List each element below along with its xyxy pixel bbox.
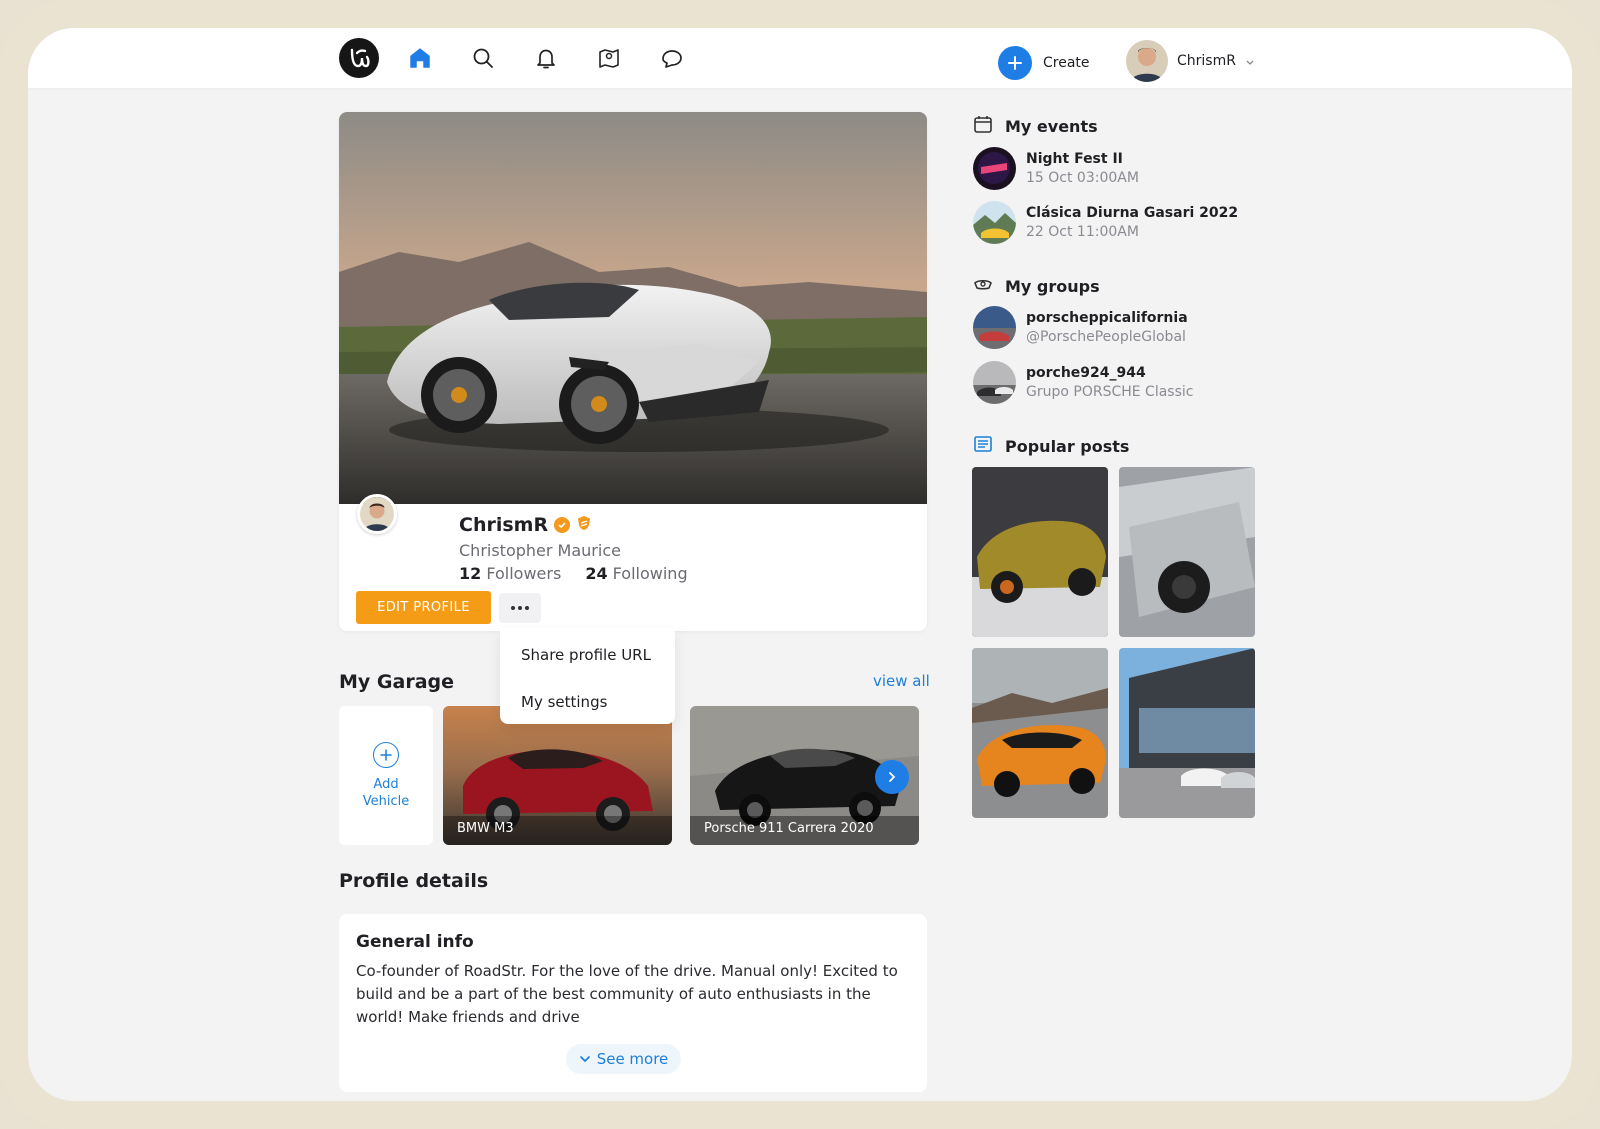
plus-icon xyxy=(998,46,1032,80)
home-icon[interactable] xyxy=(405,43,435,73)
more-options-button[interactable] xyxy=(499,593,541,623)
event-name: Clásica Diurna Gasari 2022 xyxy=(1026,205,1239,221)
chevron-down-icon xyxy=(579,1056,590,1063)
following-count: 24 xyxy=(585,564,608,583)
general-info-text: Co-founder of RoadStr. For the love of t… xyxy=(356,962,898,1026)
share-profile-url-item[interactable]: Share profile URL xyxy=(521,646,651,664)
event-name: Night Fest II xyxy=(1026,151,1123,167)
group-item[interactable]: porscheppicalifornia @PorschePeopleGloba… xyxy=(973,306,1188,349)
popular-post-thumbnail[interactable] xyxy=(972,648,1108,818)
cover-photo xyxy=(339,112,927,504)
follow-stats: 12 Followers 24 Following xyxy=(459,564,688,583)
followers-link[interactable]: 12 Followers xyxy=(459,564,561,583)
user-menu[interactable]: ChrismR xyxy=(1126,40,1255,82)
create-button[interactable]: Create xyxy=(998,46,1090,80)
my-events-title: My events xyxy=(1005,116,1098,136)
my-events-header: My events xyxy=(973,114,1098,138)
followers-count: 12 xyxy=(459,564,482,583)
profile-card: ChrismR Christopher Maurice 12 Followers… xyxy=(339,112,927,631)
popular-post-thumbnail[interactable] xyxy=(972,467,1108,637)
popular-posts-title: Popular posts xyxy=(1005,436,1130,456)
add-vehicle-label: Add Vehicle xyxy=(362,776,410,809)
device-frame: Create ChrismR ChrismR Christopher Mauri… xyxy=(0,0,1600,1129)
group-thumbnail xyxy=(973,306,1016,349)
group-item[interactable]: porche924_944 Grupo PORSCHE Classic xyxy=(973,361,1193,404)
following-label: Following xyxy=(612,564,688,583)
user-name: ChrismR xyxy=(1177,53,1236,69)
profile-options-menu: Share profile URL My settings xyxy=(500,628,675,724)
chevron-down-icon xyxy=(1245,52,1255,71)
event-date: 22 Oct 11:00AM xyxy=(1026,224,1139,240)
shield-badge-icon xyxy=(576,514,592,536)
chat-icon[interactable] xyxy=(657,43,687,73)
chevron-right-icon xyxy=(889,772,896,782)
general-info-title: General info xyxy=(356,932,474,952)
roadstr-logo[interactable] xyxy=(339,38,379,78)
create-label: Create xyxy=(1043,55,1090,71)
dot xyxy=(525,606,529,610)
event-date: 15 Oct 03:00AM xyxy=(1026,170,1139,186)
profile-name: ChrismR xyxy=(459,514,592,536)
group-name: porche924_944 xyxy=(1026,365,1146,381)
event-thumbnail xyxy=(973,147,1016,190)
group-name: porscheppicalifornia xyxy=(1026,310,1188,326)
dot xyxy=(511,606,515,610)
view-all-link[interactable]: view all xyxy=(873,672,930,690)
group-handle: Grupo PORSCHE Classic xyxy=(1026,384,1194,400)
my-settings-item[interactable]: My settings xyxy=(521,693,607,711)
vehicle-label: BMW M3 xyxy=(457,821,514,836)
group-thumbnail xyxy=(973,361,1016,404)
event-item[interactable]: Night Fest II 15 Oct 03:00AM xyxy=(973,147,1139,190)
vehicle-label: Porsche 911 Carrera 2020 xyxy=(704,821,874,836)
profile-avatar[interactable] xyxy=(357,494,397,534)
popular-posts-header: Popular posts xyxy=(973,434,1129,458)
plus-circle-icon xyxy=(373,741,399,768)
app-screen: Create ChrismR ChrismR Christopher Mauri… xyxy=(28,28,1572,1101)
bell-icon[interactable] xyxy=(531,43,561,73)
dot xyxy=(518,606,522,610)
carousel-next-button[interactable] xyxy=(875,760,909,794)
popular-post-thumbnail[interactable] xyxy=(1119,467,1255,637)
my-groups-title: My groups xyxy=(1005,276,1100,296)
posts-icon xyxy=(973,434,993,458)
event-item[interactable]: Clásica Diurna Gasari 2022 22 Oct 11:00A… xyxy=(973,201,1238,244)
user-avatar xyxy=(1126,40,1168,82)
add-vehicle-button[interactable]: Add Vehicle xyxy=(339,706,433,845)
map-icon[interactable] xyxy=(594,43,624,73)
general-info-card: General info Co-founder of RoadStr. For … xyxy=(339,914,927,1092)
followers-label: Followers xyxy=(486,564,562,583)
profile-details-title: Profile details xyxy=(339,870,489,892)
search-icon[interactable] xyxy=(468,43,498,73)
edit-profile-button[interactable]: EDIT PROFILE xyxy=(356,591,491,624)
calendar-icon xyxy=(973,114,993,138)
my-groups-header: My groups xyxy=(973,274,1100,298)
profile-username: ChrismR xyxy=(459,514,549,536)
see-more-button[interactable]: See more xyxy=(566,1044,681,1074)
see-more-label: See more xyxy=(596,1050,669,1068)
garage-title: My Garage xyxy=(339,671,455,693)
top-navbar: Create ChrismR xyxy=(28,28,1572,88)
profile-full-name: Christopher Maurice xyxy=(459,541,621,560)
groups-icon xyxy=(973,274,993,298)
popular-post-thumbnail[interactable] xyxy=(1119,648,1255,818)
group-handle: @PorschePeopleGlobal xyxy=(1026,329,1186,345)
following-link[interactable]: 24 Following xyxy=(585,564,687,583)
event-thumbnail xyxy=(973,201,1016,244)
vehicle-card-bmw[interactable]: BMW M3 xyxy=(443,706,672,845)
verified-badge-icon xyxy=(554,517,571,533)
